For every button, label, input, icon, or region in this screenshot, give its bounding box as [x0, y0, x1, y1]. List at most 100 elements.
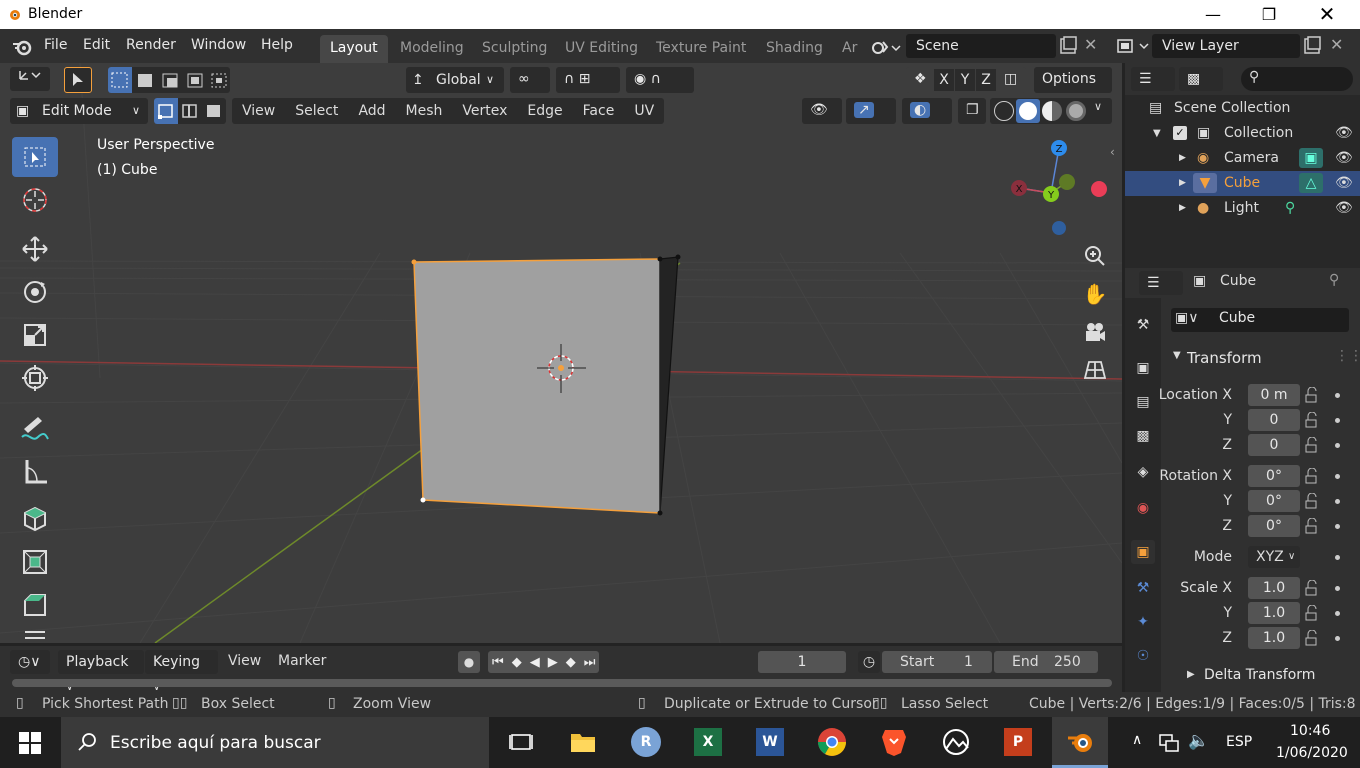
mirror-x-button[interactable]: X: [934, 69, 954, 91]
outliner-item-cube[interactable]: ▶ ▼ Cube △ 👁: [1125, 171, 1360, 196]
keyframe-dot-icon[interactable]: [1335, 474, 1340, 479]
perspective-toggle-button[interactable]: [1080, 355, 1110, 385]
mirror-z-button[interactable]: Z: [976, 69, 996, 91]
tool-loop-cut[interactable]: [12, 628, 58, 643]
tab-uv-editing[interactable]: UV Editing: [555, 35, 648, 63]
options-dropdown[interactable]: Options ∨: [1034, 67, 1112, 110]
network-icon[interactable]: [1158, 733, 1180, 753]
lock-icon[interactable]: [1304, 387, 1320, 403]
tab-output[interactable]: ▤: [1131, 390, 1155, 414]
r-app-icon[interactable]: R: [630, 726, 662, 758]
rotation-z-field[interactable]: 0°: [1248, 515, 1300, 537]
start-frame-field[interactable]: Start 1: [882, 651, 992, 673]
intersect-selection-button[interactable]: [208, 67, 230, 93]
outliner-search-input[interactable]: ⚲: [1241, 67, 1353, 91]
pivot-point-dropdown[interactable]: ∞: [510, 67, 550, 93]
tool-inset[interactable]: [12, 542, 58, 582]
proportional-editing-button[interactable]: ◉ ∩: [626, 67, 694, 93]
outliner-scene-collection[interactable]: ▤ Scene Collection: [1125, 96, 1360, 121]
timeline-menu-view[interactable]: View: [228, 653, 261, 669]
light-data-icon[interactable]: ⚲: [1285, 196, 1295, 221]
menu-help[interactable]: Help: [261, 37, 293, 53]
extend-selection-button[interactable]: [133, 67, 157, 93]
overlay-toggle[interactable]: ◐: [902, 98, 952, 124]
menu-vertex[interactable]: Vertex: [452, 103, 517, 119]
material-shading-icon[interactable]: [1042, 101, 1062, 121]
rotation-mode-dropdown[interactable]: XYZ ∨: [1248, 546, 1300, 568]
tool-add-cube[interactable]: [12, 499, 58, 539]
camera-data-icon[interactable]: ▣: [1299, 148, 1323, 168]
timeline-scrollbar[interactable]: [12, 679, 1112, 687]
keying-dropdown[interactable]: Keying ∨: [145, 650, 218, 693]
view-layer-icon[interactable]: [1116, 37, 1152, 55]
navigation-gizmo[interactable]: X Y Z: [1005, 135, 1115, 235]
chevron-up-icon[interactable]: ∧: [1132, 732, 1142, 748]
tab-shading[interactable]: Shading: [756, 35, 833, 63]
lock-icon[interactable]: [1304, 493, 1320, 509]
menu-add[interactable]: Add: [348, 103, 395, 119]
drag-handle-icon[interactable]: ⋮⋮: [1335, 348, 1360, 364]
current-frame-field[interactable]: 1: [758, 651, 846, 673]
lock-icon[interactable]: [1304, 580, 1320, 596]
tab-scene[interactable]: ◈: [1131, 460, 1155, 484]
new-view-layer-icon[interactable]: [1302, 36, 1322, 56]
keyframe-dot-icon[interactable]: [1335, 555, 1340, 560]
keyframe-dot-icon[interactable]: [1335, 499, 1340, 504]
tab-view-layer[interactable]: ▩: [1131, 424, 1155, 448]
tool-measure[interactable]: [12, 452, 58, 492]
menu-render[interactable]: Render: [126, 37, 176, 53]
brave-icon[interactable]: [878, 726, 910, 758]
tab-render[interactable]: ▣: [1131, 356, 1155, 380]
interaction-mode-dropdown[interactable]: ▣ Edit Mode ∨: [10, 98, 148, 124]
new-scene-icon[interactable]: [1058, 36, 1078, 56]
tab-physics[interactable]: ☉: [1131, 644, 1155, 668]
location-z-field[interactable]: 0: [1248, 434, 1300, 456]
playback-dropdown[interactable]: Playback ∨: [58, 650, 144, 693]
tool-annotate[interactable]: [12, 409, 58, 449]
delete-view-layer-icon[interactable]: ✕: [1330, 35, 1343, 54]
eye-icon[interactable]: 👁: [1335, 171, 1353, 196]
location-x-field[interactable]: 0 m: [1248, 384, 1300, 406]
pin-icon[interactable]: ⚲: [1329, 272, 1339, 288]
lock-icon[interactable]: [1304, 605, 1320, 621]
word-icon[interactable]: W: [754, 726, 786, 758]
new-selection-button[interactable]: [108, 67, 132, 93]
expand-arrow-icon[interactable]: ▶: [1179, 146, 1186, 171]
rendered-shading-icon[interactable]: [1066, 101, 1086, 121]
subtract-selection-button[interactable]: [158, 67, 182, 93]
timeline-menu-marker[interactable]: Marker: [278, 653, 326, 669]
jump-keyframe-forward-icon[interactable]: ◆: [562, 655, 580, 670]
powerpoint-icon[interactable]: P: [1002, 726, 1034, 758]
tool-rotate[interactable]: [12, 272, 58, 312]
excel-icon[interactable]: X: [692, 726, 724, 758]
tool-bevel[interactable]: [12, 585, 58, 625]
outliner-item-camera[interactable]: ▶ ◉ Camera ▣ 👁: [1125, 146, 1360, 171]
edge-select-button[interactable]: [178, 98, 202, 124]
3d-viewport[interactable]: ↥ Global ∨ ∞ ∩ ⊞ ◉ ∩ ❖ X Y Z ◫ Options ∨…: [0, 63, 1122, 643]
expand-arrow-icon[interactable]: ▶: [1179, 196, 1186, 221]
collapse-arrow-icon[interactable]: ▼: [1153, 121, 1161, 146]
mesh-data-icon[interactable]: △: [1299, 173, 1323, 193]
tool-cursor[interactable]: [12, 180, 58, 220]
vertex-select-button[interactable]: [154, 98, 178, 124]
camera-view-button[interactable]: [1080, 317, 1110, 347]
language-indicator[interactable]: ESP: [1226, 734, 1252, 750]
scale-y-field[interactable]: 1.0: [1248, 602, 1300, 624]
tab-modeling[interactable]: Modeling: [390, 35, 474, 63]
menu-window[interactable]: Window: [191, 37, 246, 53]
sidebar-toggle-icon[interactable]: ‹: [1110, 145, 1115, 159]
scale-z-field[interactable]: 1.0: [1248, 627, 1300, 649]
menu-mesh[interactable]: Mesh: [396, 103, 453, 119]
tab-modifiers[interactable]: ⚒: [1131, 576, 1155, 600]
rotation-y-field[interactable]: 0°: [1248, 490, 1300, 512]
wireframe-shading-icon[interactable]: [994, 101, 1014, 121]
rotation-x-field[interactable]: 0°: [1248, 465, 1300, 487]
windows-start-icon[interactable]: [19, 732, 41, 754]
location-y-field[interactable]: 0: [1248, 409, 1300, 431]
solid-shading-button[interactable]: [1016, 99, 1040, 123]
jump-end-icon[interactable]: ⏭: [580, 655, 600, 670]
scene-name-field[interactable]: Scene: [906, 34, 1056, 58]
lock-icon[interactable]: [1304, 468, 1320, 484]
lock-icon[interactable]: [1304, 518, 1320, 534]
photos-app-icon[interactable]: [940, 726, 972, 758]
